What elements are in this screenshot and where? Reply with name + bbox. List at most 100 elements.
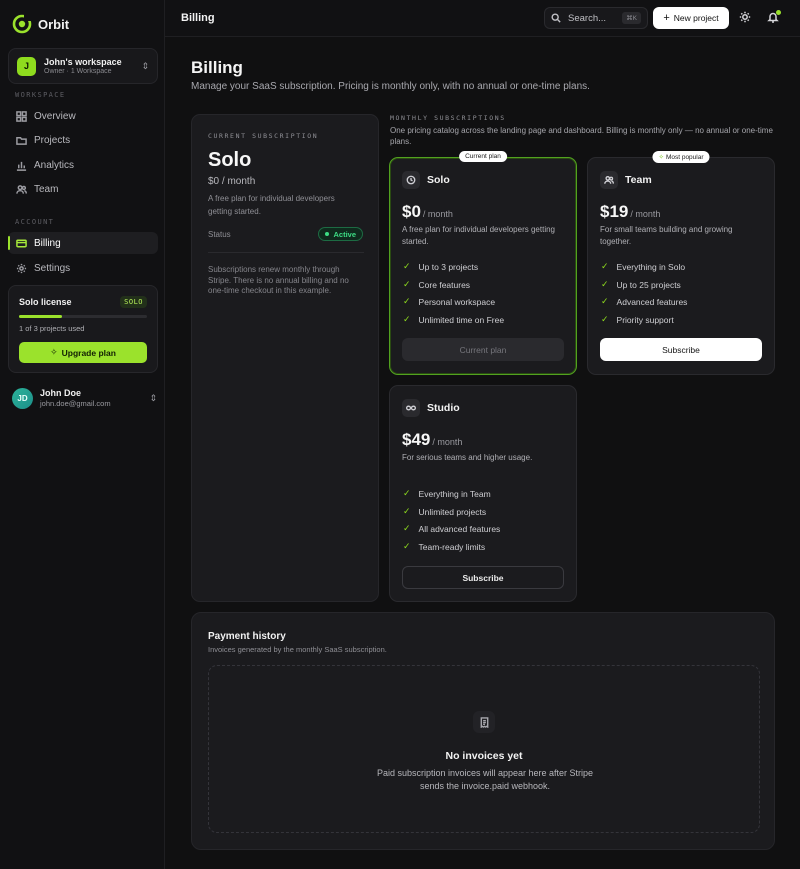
sidebar-item-analytics[interactable]: Analytics [8,154,158,176]
license-progress [19,315,147,318]
payment-history-subtitle: Invoices generated by the monthly SaaS s… [208,645,387,654]
sun-icon [739,11,751,23]
plus-icon: + [663,12,670,24]
plan-description: For serious teams and higher usage. [402,453,533,462]
gear-icon [16,263,27,273]
monthly-subscriptions-label: MONTHLY SUBSCRIPTIONS [390,114,506,122]
subscribe-studio-button[interactable]: Subscribe [402,566,564,589]
plan-feature: ✓ Team-ready limits [403,541,486,552]
plan-card-team: ✧ Most popular Team $19/ month For small … [587,151,775,375]
search-icon [551,13,561,23]
sidebar-item-label: Projects [34,134,71,146]
sidebar-item-billing[interactable]: Billing [8,232,158,254]
card-icon [16,239,27,247]
search-shortcut: ⌘K [622,12,641,24]
topbar-title: Billing [181,12,215,24]
monthly-subscriptions-description: One pricing catalog across the landing p… [390,126,773,146]
notification-dot [776,10,781,15]
receipt-icon [473,711,495,733]
plan-feature: ✓ All advanced features [403,523,501,534]
users-icon [600,171,618,189]
status-text: Active [333,229,356,239]
new-project-label: New project [673,13,719,23]
plan-card-studio: Studio $49/ month For serious teams and … [389,385,577,602]
new-project-button[interactable]: + New project [653,7,729,29]
bar-chart-icon [16,161,27,171]
check-icon: ✓ [403,314,411,324]
plan-price: $0/ month [402,202,453,221]
chevron-updown-icon: ⇕ [141,60,149,71]
current-plan-price: $0 / month [208,176,256,187]
most-popular-tag: ✧ Most popular [652,151,710,163]
sidebar-item-projects[interactable]: Projects [8,129,158,151]
plan-description: A free plan for individual developers ge… [402,225,555,246]
check-icon: ✓ [403,488,411,498]
check-icon: ✓ [601,314,609,324]
status-dot [325,232,330,236]
page-title: Billing [191,58,243,77]
workspace-switcher[interactable]: J John's workspace Owner · 1 Workspace ⇕ [8,48,158,84]
users-icon [16,184,27,194]
search-label: Search... [568,12,607,24]
workspace-avatar: J [17,56,36,76]
license-badge: SOLO [120,296,147,308]
sidebar-item-overview[interactable]: Overview [8,105,158,127]
status-label: Status [208,230,231,239]
account-section-label: ACCOUNT [15,218,55,226]
user-email: john.doe@gmail.com [40,399,111,408]
grid-icon [16,110,27,122]
user-menu[interactable]: JD John Doe john.doe@gmail.com ⇕ [12,386,157,410]
sidebar-item-settings[interactable]: Settings [8,257,158,279]
current-plan-description: A free plan for individual developers ge… [208,194,335,216]
plan-feature: ✓ Up to 25 projects [601,279,681,290]
theme-toggle-button[interactable] [739,11,753,25]
plan-feature: ✓ Priority support [601,314,674,325]
brand-name: Orbit [38,16,70,32]
infinity-icon [402,399,420,417]
check-icon: ✓ [601,261,609,271]
plan-feature: ✓ Advanced features [601,296,688,307]
plan-feature: ✓ Everything in Solo [601,261,686,272]
plan-name: Solo [427,174,450,186]
current-plan-name: Solo [208,149,252,171]
license-usage: 1 of 3 projects used [19,324,85,333]
clock-icon [402,171,420,189]
license-title: Solo license [19,297,72,307]
search-button[interactable]: Search... ⌘K [544,7,648,29]
sidebar-item-label: Overview [34,110,76,122]
upgrade-plan-label: Upgrade plan [61,347,116,358]
license-progress-fill [19,315,62,318]
check-icon: ✓ [601,296,609,306]
check-icon: ✓ [403,506,411,516]
divider [208,252,364,253]
brand[interactable]: Orbit [12,13,69,35]
sidebar-item-team[interactable]: Team [8,178,158,200]
empty-state: No invoices yet Paid subscription invoic… [208,665,760,833]
check-icon: ✓ [403,279,411,289]
plan-feature: ✓ Up to 3 projects [403,261,479,272]
orbit-logo-icon [12,14,32,34]
plan-card-solo: Current plan Solo $0/ month A free plan … [389,151,577,375]
workspace-section-label: WORKSPACE [15,91,66,99]
page-subtitle: Manage your SaaS subscription. Pricing i… [191,81,590,92]
subscribe-team-button[interactable]: Subscribe [600,338,762,361]
plan-price: $49/ month [402,430,463,449]
check-icon: ✓ [403,261,411,271]
sidebar-item-label: Billing [34,237,61,249]
current-plan-tag: Current plan [459,151,507,162]
upgrade-plan-button[interactable]: ✧ Upgrade plan [19,342,147,363]
sidebar-item-label: Analytics [34,159,75,171]
plan-feature: ✓ Unlimited projects [403,506,487,517]
user-name: John Doe [40,388,82,398]
sidebar-item-label: Settings [34,262,71,274]
workspace-name: John's workspace [44,57,122,67]
empty-state-text: Paid subscription invoices will appear h… [376,768,594,791]
topbar: Billing Search... ⌘K + New project [165,0,800,37]
check-icon: ✓ [403,541,411,551]
plan-price: $19/ month [600,202,661,221]
notifications-button[interactable] [767,10,781,25]
check-icon: ✓ [601,279,609,289]
payment-history-card: Payment history Invoices generated by th… [191,612,775,850]
sidebar-item-label: Team [34,183,59,195]
plan-feature: ✓ Core features [403,279,471,290]
